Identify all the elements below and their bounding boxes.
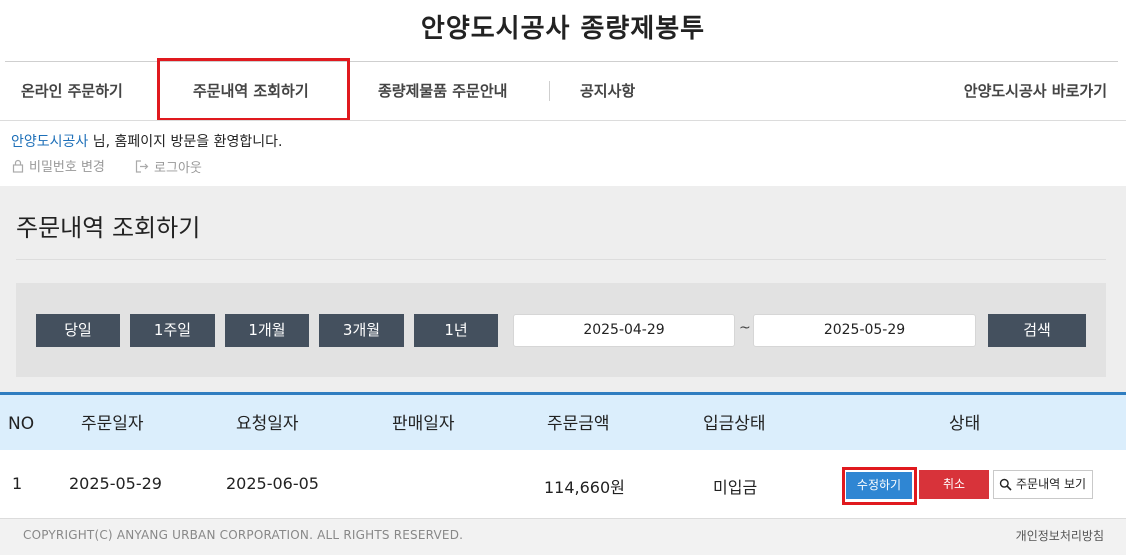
column-header-no: NO bbox=[8, 414, 35, 434]
change-password-link[interactable]: 비밀번호 변경 bbox=[12, 156, 105, 175]
highlight-box-nav bbox=[157, 58, 350, 121]
column-header-sale-date: 판매일자 bbox=[392, 414, 455, 434]
change-password-label: 비밀번호 변경 bbox=[29, 160, 105, 175]
copyright-text: COPYRIGHT(C) ANYANG URBAN CORPORATION. A… bbox=[23, 528, 464, 542]
lock-icon bbox=[12, 159, 24, 173]
period-button-1week[interactable]: 1주일 bbox=[130, 314, 215, 347]
end-date-input[interactable]: 2025-05-29 bbox=[753, 314, 976, 347]
start-date-input[interactable]: 2025-04-29 bbox=[513, 314, 735, 347]
cancel-order-button[interactable]: 취소 bbox=[919, 470, 989, 499]
page: 안양도시공사 종량제봉투 온라인 주문하기 주문내역 조회하기 종량제물품 주문… bbox=[0, 0, 1126, 555]
logout-link[interactable]: 로그아웃 bbox=[135, 157, 202, 176]
column-header-request-date: 요청일자 bbox=[236, 414, 299, 434]
table-header: NO 주문일자 요청일자 판매일자 주문금액 입금상태 상태 bbox=[0, 392, 1126, 450]
view-order-label: 주문내역 보기 bbox=[1016, 477, 1087, 491]
nav-item-notice[interactable]: 공지사항 bbox=[580, 62, 635, 120]
period-button-1month[interactable]: 1개월 bbox=[225, 314, 309, 347]
search-icon bbox=[999, 478, 1012, 491]
nav-item-online-order[interactable]: 온라인 주문하기 bbox=[21, 62, 123, 120]
cell-amount: 114,660원 bbox=[544, 478, 625, 497]
logout-icon bbox=[135, 159, 149, 173]
nav-item-corporation-link[interactable]: 안양도시공사 바로가기 bbox=[964, 62, 1107, 120]
cell-request-date: 2025-06-05 bbox=[226, 474, 319, 493]
nav-divider-bottom bbox=[0, 120, 1126, 121]
site-title: 안양도시공사 종량제봉투 bbox=[420, 14, 706, 44]
cell-order-date: 2025-05-29 bbox=[69, 474, 162, 493]
cell-payment-status: 미입금 bbox=[713, 478, 758, 497]
highlight-box-edit bbox=[842, 467, 917, 505]
column-header-payment-status: 입금상태 bbox=[703, 414, 766, 434]
welcome-text: 님, 홈페이지 방문을 환영합니다. bbox=[88, 134, 283, 150]
column-header-status: 상태 bbox=[949, 414, 981, 434]
welcome-message: 안양도시공사 님, 홈페이지 방문을 환영합니다. bbox=[11, 131, 282, 151]
column-header-amount: 주문금액 bbox=[547, 414, 610, 434]
user-links: 비밀번호 변경 로그아웃 bbox=[12, 156, 228, 177]
title-divider bbox=[16, 259, 1106, 260]
period-button-today[interactable]: 당일 bbox=[36, 314, 120, 347]
date-separator: ~ bbox=[739, 320, 751, 336]
view-order-button[interactable]: 주문내역 보기 bbox=[993, 470, 1093, 499]
privacy-policy-link[interactable]: 개인정보처리방침 bbox=[1016, 527, 1104, 544]
search-button[interactable]: 검색 bbox=[988, 314, 1086, 347]
period-button-1year[interactable]: 1년 bbox=[414, 314, 498, 347]
page-title: 주문내역 조회하기 bbox=[16, 214, 201, 242]
column-header-order-date: 주문일자 bbox=[81, 414, 144, 434]
nav-divider bbox=[549, 81, 550, 101]
nav-item-product-guide[interactable]: 종량제물품 주문안내 bbox=[378, 62, 507, 120]
user-name: 안양도시공사 bbox=[11, 134, 89, 150]
period-button-3months[interactable]: 3개월 bbox=[319, 314, 404, 347]
cell-no: 1 bbox=[12, 474, 23, 493]
logout-label: 로그아웃 bbox=[154, 160, 202, 176]
